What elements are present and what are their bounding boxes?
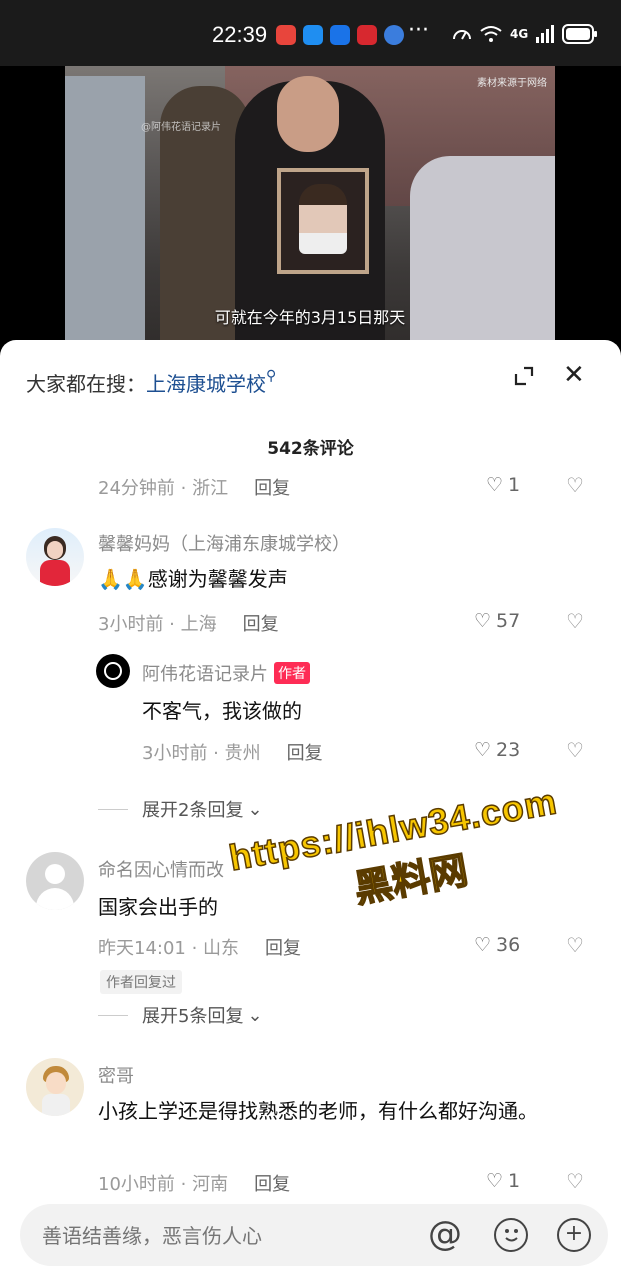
comment-text: 🙏🙏感谢为馨馨发声 xyxy=(98,567,288,591)
clock: 22:39 xyxy=(212,22,268,47)
dislike-icon[interactable]: ♡ xyxy=(566,473,584,497)
expand-replies-button[interactable]: 展开2条回复 ⌄ xyxy=(98,796,263,822)
heart-icon: ♡ xyxy=(474,739,492,761)
wifi-icon xyxy=(480,26,502,42)
like-button[interactable]: ♡ 57 xyxy=(474,610,520,632)
reply-button[interactable]: 回复 xyxy=(254,1174,290,1195)
author-badge: 作者 xyxy=(274,662,310,684)
app-icon xyxy=(357,25,377,45)
video-frame[interactable]: 素材来源于网络 @阿伟花语记录片 可就在今年的3月15日那天 xyxy=(65,66,555,356)
add-icon[interactable]: + xyxy=(557,1218,591,1252)
comment-meta: 3小时前 · 上海 回复 xyxy=(98,614,279,635)
comment-username[interactable]: 命名因心情而改 xyxy=(98,856,224,882)
avatar[interactable] xyxy=(26,528,84,586)
signal-icon xyxy=(536,25,555,43)
comment-username[interactable]: 密哥 xyxy=(98,1062,134,1088)
app-icon xyxy=(303,25,323,45)
expand-replies-button[interactable]: 展开5条回复 ⌄ xyxy=(98,1002,263,1028)
battery-icon xyxy=(562,24,598,44)
portrait-photo xyxy=(277,168,369,274)
comment-text: 国家会出手的 xyxy=(98,895,218,919)
heart-icon: ♡ xyxy=(486,474,504,496)
reply-button[interactable]: 回复 xyxy=(254,478,290,499)
reply-username[interactable]: 阿伟花语记录片 作者 xyxy=(142,660,310,686)
emoji-icon[interactable] xyxy=(494,1218,528,1252)
search-icon: ⚲ xyxy=(266,368,277,384)
comment-text: 小孩上学还是得找熟悉的老师，有什么都好沟通。 xyxy=(98,1099,538,1123)
notification-icons xyxy=(276,25,404,45)
reply-button[interactable]: 回复 xyxy=(243,614,279,635)
reply-text: 不客气，我该做的 xyxy=(142,699,302,723)
search-keyword[interactable]: 上海康城学校 xyxy=(146,372,266,396)
reply-meta: 3小时前 · 贵州 回复 xyxy=(142,743,323,764)
system-icons: 4G xyxy=(452,24,598,44)
video-player[interactable]: 素材来源于网络 @阿伟花语记录片 可就在今年的3月15日那天 xyxy=(0,66,621,356)
speed-icon xyxy=(453,30,471,40)
comment-count: 542条评论 xyxy=(267,439,354,459)
author-avatar[interactable] xyxy=(96,654,130,688)
mention-icon[interactable]: @ xyxy=(428,1217,462,1252)
heart-icon: ♡ xyxy=(474,610,492,632)
more-notifications-icon: ··· xyxy=(408,18,429,43)
dislike-icon[interactable]: ♡ xyxy=(566,1169,584,1193)
like-button[interactable]: ♡ 1 xyxy=(486,474,520,496)
comment-meta: 10小时前 · 河南 回复 xyxy=(98,1174,291,1195)
video-subtitle: 可就在今年的3月15日那天 xyxy=(214,308,406,327)
close-icon[interactable]: ✕ xyxy=(563,360,585,390)
comment-input-box[interactable]: @ + xyxy=(20,1204,608,1266)
chevron-down-icon: ⌄ xyxy=(247,1004,263,1026)
like-button[interactable]: ♡ 1 xyxy=(486,1170,520,1192)
author-replied-tag: 作者回复过 xyxy=(100,970,182,994)
avatar[interactable] xyxy=(26,852,84,910)
like-button[interactable]: ♡ 36 xyxy=(474,934,520,956)
reply-button[interactable]: 回复 xyxy=(287,743,323,764)
dislike-icon[interactable]: ♡ xyxy=(566,933,584,957)
trending-search[interactable]: 大家都在搜：上海康城学校⚲ xyxy=(26,368,276,397)
app-icon xyxy=(384,25,404,45)
dislike-icon[interactable]: ♡ xyxy=(566,609,584,633)
comment-meta: 24分钟前 · 浙江 回复 xyxy=(98,478,291,499)
app-icon xyxy=(276,25,296,45)
comment-username[interactable]: 馨馨妈妈（上海浦东康城学校） xyxy=(98,530,350,556)
heart-icon: ♡ xyxy=(486,1170,504,1192)
fullscreen-icon[interactable] xyxy=(512,364,536,388)
comment-input[interactable] xyxy=(40,1218,404,1254)
chevron-down-icon: ⌄ xyxy=(247,798,263,820)
video-username: @阿伟花语记录片 xyxy=(141,122,221,133)
comment-input-bar: @ + xyxy=(0,1198,621,1280)
avatar[interactable] xyxy=(26,1058,84,1116)
dislike-icon[interactable]: ♡ xyxy=(566,738,584,762)
source-watermark: 素材来源于网络 xyxy=(477,78,547,89)
app-icon xyxy=(330,25,350,45)
heart-icon: ♡ xyxy=(474,934,492,956)
network-type: 4G xyxy=(510,27,529,41)
like-button[interactable]: ♡ 23 xyxy=(474,739,520,761)
status-bar: 22:39 ··· 4G xyxy=(0,0,621,66)
